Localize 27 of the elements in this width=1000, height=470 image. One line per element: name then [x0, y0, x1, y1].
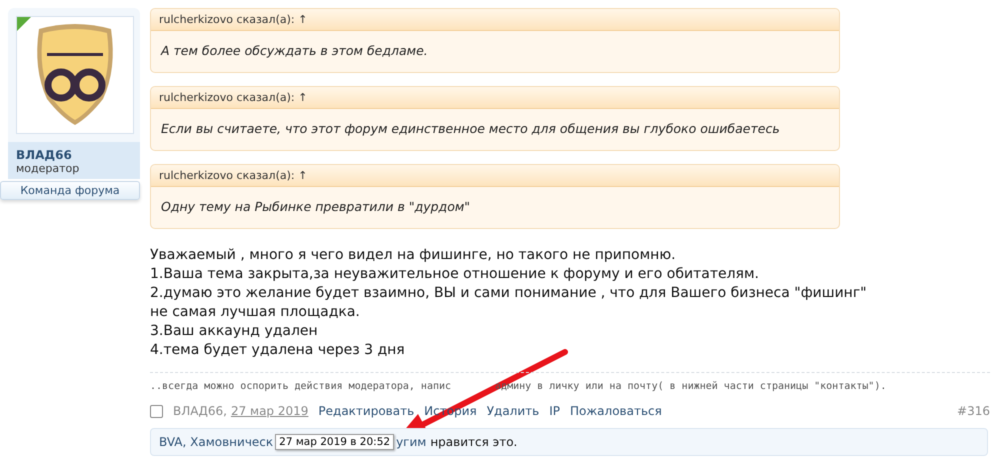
- post-action-link[interactable]: Редактировать: [318, 404, 414, 418]
- message-line: 4.тема будет удалена через 3 дня: [150, 341, 406, 360]
- user-role: модератор: [16, 162, 80, 175]
- post-author[interactable]: ВЛАД66,: [173, 404, 227, 418]
- select-checkbox[interactable]: [150, 404, 163, 418]
- likes-text: нравится это.: [430, 435, 518, 449]
- likes-others[interactable]: угим: [396, 435, 426, 449]
- quote-author[interactable]: rulcherkizovo сказал(а): ↑: [151, 165, 839, 187]
- quote-author[interactable]: rulcherkizovo сказал(а): ↑: [151, 87, 839, 109]
- post-action-link[interactable]: IP: [549, 404, 560, 418]
- signature-text: ..всегда можно оспорить действия модератора, напис: [150, 381, 452, 392]
- message-line: 3.Ваш аккаунд удален: [150, 322, 319, 341]
- post-action-link[interactable]: Пожаловаться: [570, 404, 662, 418]
- message-line: Уважаемый , много я чего видел на фишинге, но такого не припомню.: [150, 246, 677, 265]
- message-line: 2.думаю это желание будет взаимно, ВЫ и сами понимание , что для Вашего бизнеса "фишинг" не самая лучшая площадка.: [150, 284, 868, 322]
- user-name[interactable]: ВЛАД66: [16, 148, 132, 162]
- quote-text: А тем более обсуждать в этом бедламе.: [160, 42, 429, 60]
- likes-names[interactable]: BVA, Хамовническ: [159, 435, 274, 449]
- date-tooltip: 27 мар 2019 в 20:52: [275, 434, 394, 450]
- quote-author[interactable]: rulcherkizovo сказал(а): ↑: [151, 9, 839, 31]
- quote-text: Одну тему на Рыбинке превратили в "дурдом": [160, 198, 472, 216]
- post-action-link[interactable]: Удалить: [486, 404, 540, 418]
- user-badge: Команда форума: [0, 181, 140, 200]
- message-line: 1.Ваша тема закрыта,за неуважительное отношение к форуму и его обитателям.: [150, 265, 760, 284]
- quote-text: Если вы считаете, что этот форум единственное место для общения вы глубоко ошибаетесь: [160, 120, 781, 138]
- post-date[interactable]: 27 мар 2019: [230, 404, 308, 418]
- post-number[interactable]: #316: [957, 404, 990, 418]
